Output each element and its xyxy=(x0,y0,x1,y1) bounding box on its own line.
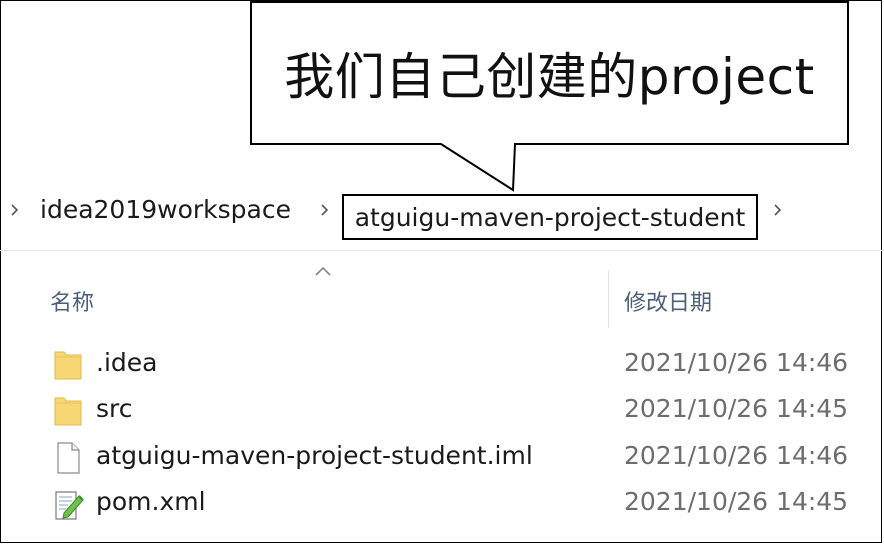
divider xyxy=(0,250,884,251)
file-row[interactable]: atguigu-maven-project-student.iml 2021/1… xyxy=(0,435,884,481)
file-icon xyxy=(57,442,80,474)
breadcrumb-item-workspace[interactable]: idea2019workspace xyxy=(40,195,291,224)
chevron-right-icon[interactable] xyxy=(773,200,783,220)
chevron-right-icon[interactable] xyxy=(10,200,20,220)
column-header-name[interactable]: 名称 xyxy=(50,285,94,317)
column-separator[interactable] xyxy=(608,270,609,328)
file-name[interactable]: pom.xml xyxy=(96,487,206,516)
file-row[interactable]: .idea 2021/10/26 14:46 xyxy=(0,342,884,388)
file-date: 2021/10/26 14:45 xyxy=(624,487,849,516)
sort-ascending-icon xyxy=(315,266,331,276)
column-header-date-modified[interactable]: 修改日期 xyxy=(624,285,712,317)
file-name[interactable]: src xyxy=(96,394,133,423)
file-date: 2021/10/26 14:46 xyxy=(624,441,849,470)
file-date: 2021/10/26 14:46 xyxy=(624,348,849,377)
file-name[interactable]: .idea xyxy=(96,348,157,377)
chevron-right-icon[interactable] xyxy=(320,200,330,220)
folder-icon xyxy=(54,351,82,380)
breadcrumb-item-project[interactable]: atguigu-maven-project-student xyxy=(342,194,758,240)
file-date: 2021/10/26 14:45 xyxy=(624,394,849,423)
breadcrumb: idea2019workspace atguigu-maven-project-… xyxy=(0,192,884,244)
file-row[interactable]: src 2021/10/26 14:45 xyxy=(0,388,884,434)
xml-file-icon xyxy=(55,491,84,520)
file-row[interactable]: pom.xml 2021/10/26 14:45 xyxy=(0,481,884,527)
file-name[interactable]: atguigu-maven-project-student.iml xyxy=(96,441,533,470)
folder-icon xyxy=(54,397,82,426)
